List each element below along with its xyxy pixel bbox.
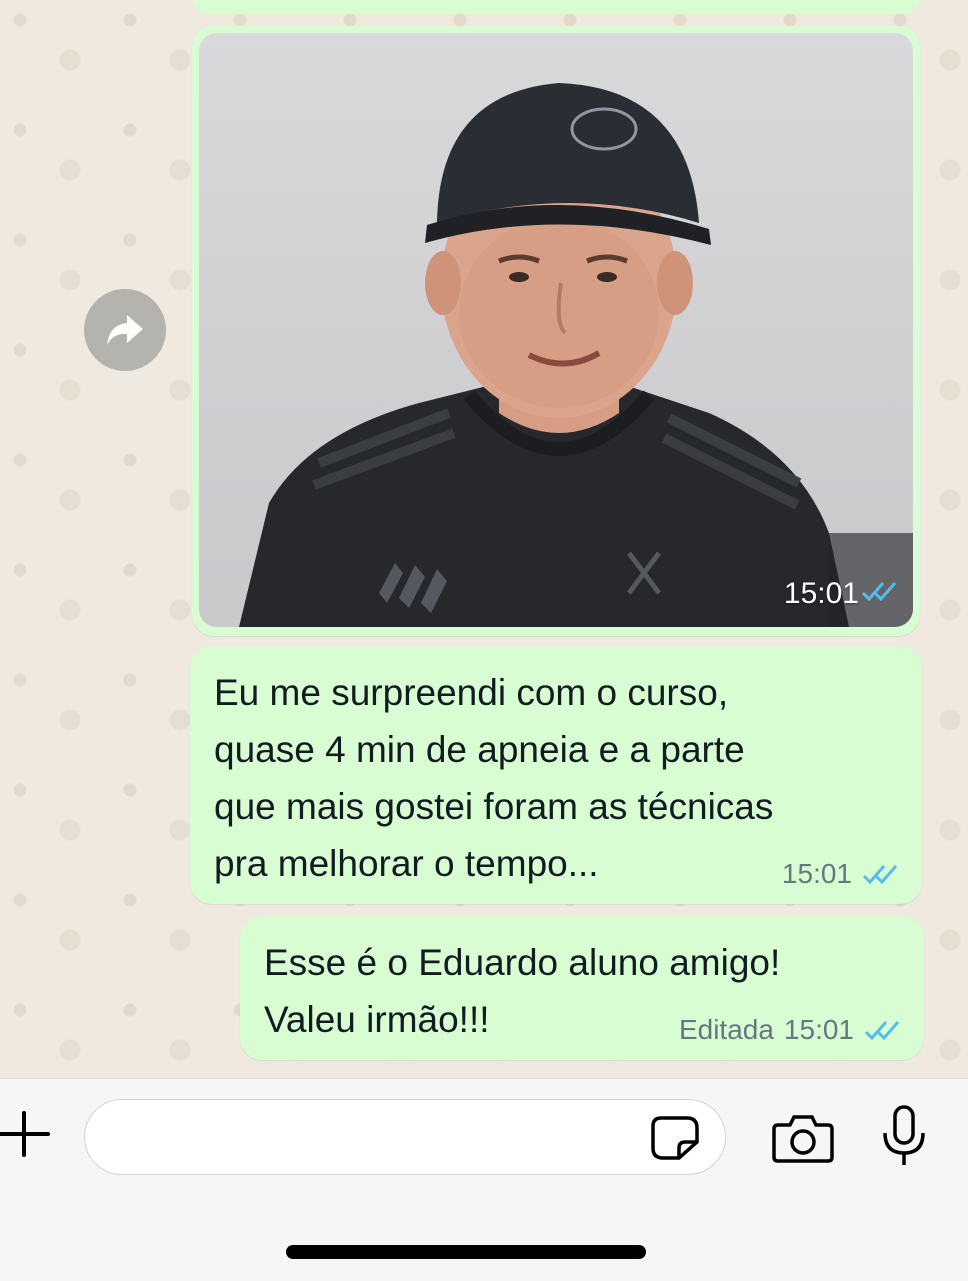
video-message-bubble[interactable]: 15:01 (192, 26, 920, 636)
sticker-icon (651, 1116, 699, 1160)
camera-icon (772, 1115, 834, 1163)
read-receipt-icon (861, 580, 899, 607)
message-meta: Editada 15:01 (679, 1014, 902, 1046)
chat-area: 15:01 Eu me surpreendi com o curso, quas… (0, 0, 968, 1078)
plus-icon (0, 1111, 50, 1157)
edited-label: Editada (678, 1014, 774, 1045)
camera-button[interactable] (772, 1113, 834, 1163)
video-thumbnail-image (239, 83, 913, 627)
text-message-bubble[interactable]: Eu me surpreendi com o curso, quase 4 mi… (190, 646, 922, 904)
message-time: 15:01 (781, 858, 852, 889)
sticker-button[interactable] (651, 1116, 699, 1160)
microphone-button[interactable] (880, 1105, 928, 1169)
forward-arrow-icon (107, 315, 143, 345)
attach-button[interactable] (0, 1109, 50, 1159)
message-time: 15:01 (783, 577, 859, 610)
read-receipt-icon (862, 865, 898, 885)
message-time: 15:01 (783, 1014, 854, 1045)
text-message-bubble[interactable]: Esse é o Eduardo aluno amigo! Valeu irmã… (240, 916, 924, 1060)
message-meta: 15:01 (782, 858, 900, 890)
message-input[interactable] (84, 1099, 726, 1175)
composer-bar (0, 1078, 968, 1281)
video-thumbnail[interactable]: 15:01 (199, 33, 913, 627)
read-receipt-icon (864, 1021, 900, 1041)
home-indicator (286, 1245, 646, 1259)
microphone-icon (883, 1105, 925, 1165)
forward-button[interactable] (84, 289, 166, 371)
previous-message-bubble[interactable] (192, 0, 920, 14)
